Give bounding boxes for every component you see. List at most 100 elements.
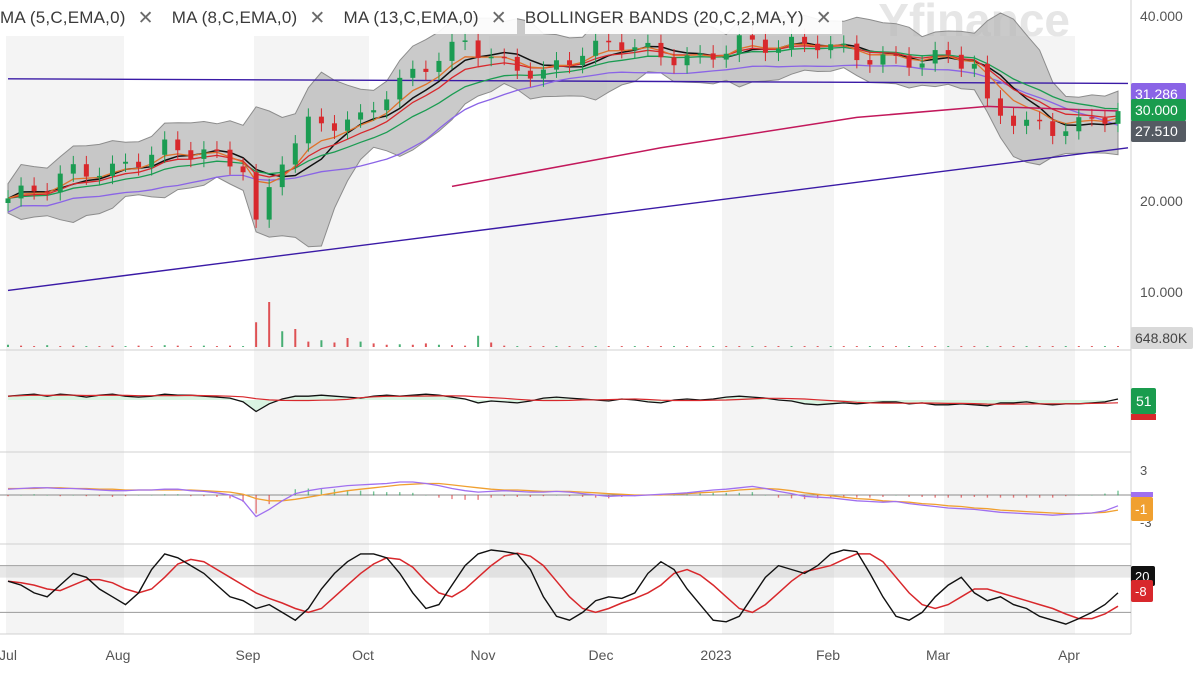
- candle-body: [188, 150, 194, 159]
- volume-bar: [7, 344, 9, 347]
- volume-bar: [1117, 346, 1119, 347]
- volume-bar: [686, 346, 689, 347]
- volume-bar: [777, 346, 780, 347]
- macd-histogram-bar: [934, 495, 936, 498]
- volume-bar: [1012, 346, 1015, 347]
- candle-body: [919, 63, 925, 68]
- study-chip-bollinger[interactable]: BOLLINGER BANDS (20,C,2,MA,Y) ✕: [524, 2, 842, 34]
- macd-histogram-bar: [164, 494, 166, 496]
- macd-histogram-bar: [98, 495, 101, 497]
- volume-bar: [255, 322, 258, 347]
- candle-body: [815, 43, 821, 51]
- volume-bar: [738, 346, 741, 347]
- time-axis-label: Oct: [352, 647, 374, 663]
- volume-bar: [372, 343, 375, 347]
- volume-bar: [803, 346, 806, 347]
- volume-bar: [633, 346, 636, 347]
- volume-bar: [464, 345, 467, 347]
- study-chip-ma13[interactable]: MA (13,C,EMA,0) ✕: [343, 2, 517, 34]
- volume-bar: [1051, 346, 1054, 347]
- macd-histogram-bar: [451, 495, 453, 500]
- volume-bar: [673, 346, 675, 347]
- volume-bar: [307, 341, 310, 347]
- volume-tag: 648.80K: [1135, 330, 1188, 346]
- volume-bar: [85, 346, 88, 347]
- candle-body: [1102, 117, 1108, 124]
- candle-body: [619, 42, 625, 51]
- time-axis-label: Apr: [1058, 647, 1080, 663]
- candle-body: [253, 172, 259, 220]
- volume-bar: [72, 345, 75, 347]
- study-chip-ma5[interactable]: MA (5,C,EMA,0) ✕: [0, 2, 164, 34]
- macd-histogram-bar: [960, 495, 962, 498]
- candle-body: [593, 40, 599, 56]
- price-tick-label: 40.000: [1140, 8, 1183, 24]
- volume-bar: [868, 346, 871, 347]
- volume-bar: [725, 346, 728, 347]
- volume-bar: [1038, 346, 1041, 347]
- volume-bar: [764, 346, 767, 347]
- candle-body: [371, 110, 377, 113]
- volume-bar: [908, 346, 911, 347]
- volume-bar: [516, 346, 519, 347]
- macd-histogram-bar: [359, 490, 362, 496]
- volume-bar: [294, 329, 297, 347]
- macd-histogram-bar: [738, 492, 740, 496]
- stock-chart: Yfinance 51 3-3-1 20-8 40.00030.00020.00…: [0, 0, 1193, 663]
- study-label: BOLLINGER BANDS (20,C,2,MA,Y): [524, 8, 804, 27]
- candle-body: [1037, 119, 1043, 122]
- candle-body: [906, 55, 912, 68]
- volume-bar: [712, 346, 715, 347]
- macd-histogram-bar: [281, 495, 283, 496]
- current-price-tag: 30.000: [1135, 102, 1178, 118]
- candle-body: [540, 69, 546, 79]
- volume-bar: [973, 346, 976, 347]
- candle-body: [1063, 131, 1069, 136]
- close-icon[interactable]: ✕: [138, 7, 154, 30]
- volume-bar: [503, 345, 506, 347]
- close-icon[interactable]: ✕: [491, 7, 507, 30]
- macd-histogram-bar: [477, 495, 479, 500]
- volume-bar: [411, 344, 414, 347]
- candle-body: [854, 43, 860, 61]
- macd-histogram-bar: [425, 495, 427, 496]
- volume-bar: [333, 342, 336, 347]
- time-axis-label: Jul: [0, 647, 17, 663]
- candle-body: [893, 54, 899, 56]
- volume-bar: [842, 346, 845, 347]
- volume-bar: [594, 346, 597, 347]
- volume-bar: [1090, 346, 1093, 347]
- candle-body: [83, 164, 89, 177]
- volume-bar: [581, 346, 584, 347]
- macd-histogram-bar: [503, 495, 505, 497]
- candle-body: [645, 42, 651, 48]
- macd-histogram-bar: [1091, 495, 1093, 496]
- candle-body: [1076, 117, 1082, 132]
- candle-body: [201, 149, 207, 159]
- candle-body: [789, 36, 795, 49]
- volume-bar: [189, 346, 192, 347]
- candle-body: [5, 198, 11, 203]
- candle-body: [867, 60, 873, 65]
- close-icon[interactable]: ✕: [309, 7, 325, 30]
- candle-body: [31, 185, 37, 192]
- candle-body: [384, 99, 390, 111]
- volume-bar: [816, 346, 819, 347]
- price-tick-label: 20.000: [1140, 193, 1183, 209]
- candle-body: [501, 56, 507, 59]
- candle-body: [318, 116, 324, 124]
- time-axis-label: Dec: [589, 647, 614, 663]
- study-chip-ma8[interactable]: MA (8,C,EMA,0) ✕: [171, 2, 336, 34]
- volume-bar: [947, 346, 950, 347]
- candle-body: [945, 50, 951, 55]
- candle-body: [658, 42, 664, 58]
- volume-bar: [477, 335, 480, 347]
- candle-body: [828, 44, 834, 51]
- candle-body: [567, 60, 573, 66]
- volume-bar: [986, 346, 989, 347]
- volume-bar: [437, 344, 440, 347]
- candle-body: [436, 60, 442, 72]
- close-icon[interactable]: ✕: [816, 7, 832, 30]
- macd-tag-bar: [1131, 492, 1153, 497]
- candle-body: [880, 54, 886, 65]
